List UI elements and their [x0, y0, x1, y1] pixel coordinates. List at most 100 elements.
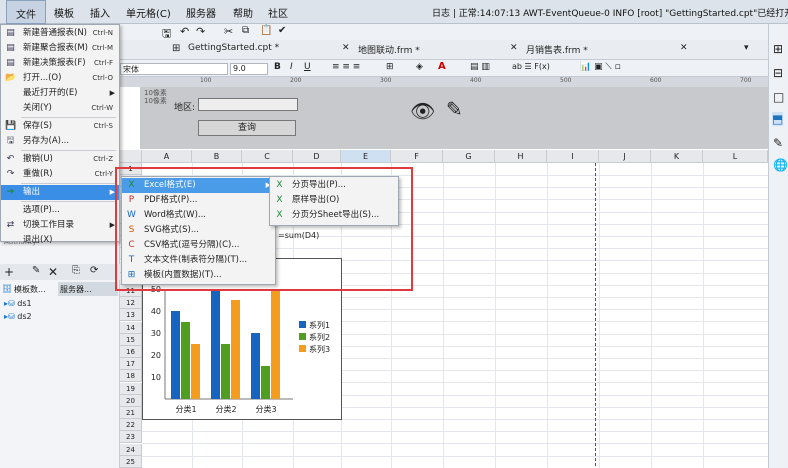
preview-icon[interactable]: ⎘: [72, 265, 80, 276]
doc-icon: ▤: [6, 28, 15, 38]
row-header[interactable]: 20: [120, 394, 142, 407]
menu-item[interactable]: 📂 打开...(O) Ctrl-O: [1, 71, 119, 86]
col-header[interactable]: K: [651, 150, 703, 163]
row-header[interactable]: 17: [120, 358, 142, 371]
row-header[interactable]: 16: [120, 346, 142, 358]
col-header[interactable]: I: [547, 150, 599, 163]
row-header[interactable]: 23: [120, 431, 142, 444]
tree-item-ds2[interactable]: ▸⛁ ds2: [4, 312, 32, 321]
tree-item-ds1[interactable]: ▸⛁ ds1: [4, 299, 32, 308]
tab-sales[interactable]: 月销售表.frm *: [526, 43, 588, 56]
menu-item[interactable]: ↷ 重做(R) Ctrl-Y: [1, 167, 119, 182]
chart-icon[interactable]: 📊 ▣ ⟍ ▫: [580, 62, 621, 72]
menu-insert[interactable]: 插入: [90, 5, 110, 20]
menu-item[interactable]: 关闭(Y) Ctrl-W: [1, 101, 119, 116]
tab-menu-icon[interactable]: ▾: [744, 43, 749, 53]
row-header[interactable]: 25: [120, 455, 142, 468]
row-header[interactable]: 19: [120, 382, 142, 395]
row-header[interactable]: 22: [120, 419, 142, 432]
menu-item[interactable]: ➔ 输出 ▶: [1, 185, 119, 200]
col-header[interactable]: G: [443, 150, 495, 163]
font-size-select[interactable]: 9.0: [230, 63, 268, 75]
tab-template-ds[interactable]: 模板数...: [14, 284, 46, 295]
globe-icon[interactable]: 🌐: [773, 158, 788, 172]
menu-item[interactable]: ▤ 新建普通报表(N) Ctrl-N: [1, 26, 119, 41]
redo-icon[interactable]: ↷: [196, 25, 205, 38]
add-icon[interactable]: +: [4, 265, 14, 279]
menu-file[interactable]: 文件: [6, 0, 46, 24]
eye-off-icon[interactable]: 👁: [410, 99, 435, 123]
row-header[interactable]: 13: [120, 309, 142, 322]
menu-item[interactable]: 选项(P)...: [1, 203, 119, 218]
close-icon[interactable]: ✕: [342, 43, 350, 53]
col-header[interactable]: H: [495, 150, 547, 163]
cell-attr-icon[interactable]: ⊞: [773, 42, 783, 56]
row-header[interactable]: 15: [120, 333, 142, 346]
menu-item[interactable]: 最近打开的(E) ▶: [1, 86, 119, 101]
menu-item-label: 切换工作目录: [23, 220, 75, 230]
fill-color-icon[interactable]: ◈: [416, 62, 423, 72]
menu-item[interactable]: ⇄ 切换工作目录 ▶: [1, 218, 119, 233]
menu-item[interactable]: ▤ 新建聚合报表(M) Ctrl-M: [1, 41, 119, 56]
style-icon[interactable]: ⬒: [772, 112, 784, 126]
legend-label: 系列2: [309, 332, 330, 342]
region-select[interactable]: [198, 98, 298, 111]
row-header[interactable]: 18: [120, 370, 142, 383]
tab-server-ds[interactable]: 服务器...: [58, 282, 118, 296]
menu-community[interactable]: 社区: [268, 5, 288, 20]
tab-map[interactable]: 地图联动.frm *: [358, 43, 420, 56]
grid-line: [651, 163, 652, 468]
menu-help[interactable]: 帮助: [233, 5, 253, 20]
col-header[interactable]: L: [703, 150, 768, 163]
widget-attr-icon[interactable]: ⊟: [773, 66, 783, 80]
menu-item[interactable]: 🖫 另存为(A)...: [1, 134, 119, 149]
format-brush-icon[interactable]: ✔: [278, 25, 286, 36]
italic-icon[interactable]: I: [290, 62, 293, 72]
font-select[interactable]: 宋体: [120, 63, 228, 75]
underline-icon[interactable]: U: [304, 62, 311, 72]
highlight-box: [115, 167, 413, 291]
query-button[interactable]: 查询: [198, 120, 296, 136]
paste-icon[interactable]: 📋: [260, 25, 272, 36]
merge-icon[interactable]: ▤ ▥: [470, 62, 490, 72]
pencil-icon[interactable]: ✎: [446, 97, 463, 121]
row-header[interactable]: 24: [120, 443, 142, 456]
undo-icon[interactable]: ↶: [180, 25, 189, 38]
menu-server[interactable]: 服务器: [186, 5, 216, 20]
refresh-icon[interactable]: ⟳: [90, 265, 98, 276]
align-icon[interactable]: ≡ ≡ ≡: [332, 62, 360, 72]
col-header[interactable]: D: [293, 150, 341, 163]
copy-icon[interactable]: ⧉: [242, 25, 249, 36]
ruler-mark: 100: [200, 77, 212, 84]
menu-item[interactable]: 退出(X): [1, 233, 119, 248]
menu-item[interactable]: 💾 保存(S) Ctrl-S: [1, 119, 119, 134]
tab-gettingstarted[interactable]: GettingStarted.cpt *: [188, 43, 279, 53]
col-header[interactable]: A: [142, 150, 192, 163]
frame-icon[interactable]: □: [773, 90, 784, 104]
corner-cell[interactable]: [120, 150, 142, 163]
font-color-icon[interactable]: A: [438, 61, 446, 72]
menu-cell[interactable]: 单元格(C): [126, 5, 171, 20]
col-header[interactable]: C: [242, 150, 293, 163]
col-header[interactable]: J: [599, 150, 651, 163]
menu-item[interactable]: ↶ 撤销(U) Ctrl-Z: [1, 152, 119, 167]
bold-icon[interactable]: B: [274, 62, 281, 72]
row-header[interactable]: 14: [120, 321, 142, 334]
menu-template[interactable]: 模板: [54, 5, 74, 20]
cut-icon[interactable]: ✂: [224, 25, 233, 38]
row-header[interactable]: 21: [120, 407, 142, 419]
brush-icon[interactable]: ✎: [773, 136, 783, 150]
text-icon[interactable]: ab ☰ F(x): [512, 62, 550, 71]
menu-item[interactable]: ▤ 新建决策报表(F) Ctrl-F: [1, 56, 119, 71]
border-icon[interactable]: ⊞: [386, 62, 394, 72]
edit-icon[interactable]: ✎: [32, 265, 40, 276]
col-header[interactable]: E: [341, 150, 391, 163]
redo-icon: ↷: [6, 169, 15, 179]
menu-item-label: 新建普通报表(N): [23, 28, 87, 38]
row-header[interactable]: 12: [120, 297, 142, 310]
col-header[interactable]: B: [192, 150, 242, 163]
close-icon[interactable]: ✕: [510, 43, 518, 53]
delete-icon[interactable]: ✕: [48, 265, 58, 279]
close-icon[interactable]: ✕: [680, 43, 688, 53]
col-header[interactable]: F: [391, 150, 443, 163]
